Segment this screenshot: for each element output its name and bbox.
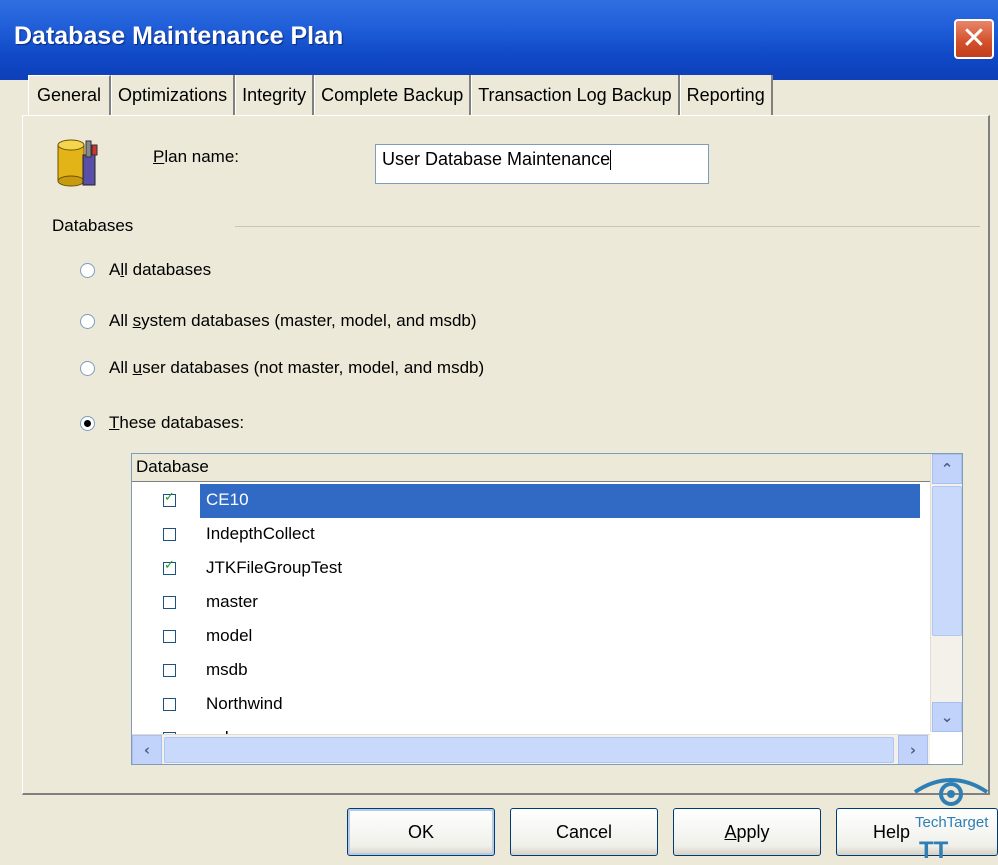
radio-label: These databases: [109, 413, 245, 432]
group-divider [235, 226, 980, 227]
table-row[interactable]: CE10 [132, 484, 930, 518]
scroll-down-button[interactable]: ⌄ [932, 702, 962, 732]
database-name: JTKFileGroupTest [206, 558, 343, 577]
database-name: model [206, 626, 253, 645]
horizontal-scrollbar[interactable]: ‹ › [132, 734, 930, 764]
table-row[interactable]: IndepthCollect [132, 518, 930, 552]
apply-button[interactable]: Apply [673, 808, 821, 856]
vertical-scrollbar[interactable]: ⌃ ⌄ [930, 454, 962, 732]
tab-complete-backup[interactable]: Complete Backup [314, 75, 472, 115]
database-name: Northwind [206, 694, 283, 713]
radio-all-databases[interactable]: All databases [80, 260, 211, 280]
radio-indicator[interactable] [80, 415, 95, 431]
radio-label: All databases [109, 260, 212, 279]
database-plan-icon [57, 139, 98, 187]
close-icon: ✕ [961, 21, 987, 56]
title-bar[interactable]: Database Maintenance Plan ✕ [0, 0, 998, 80]
databases-group-label: Databases [52, 216, 134, 235]
tab-reporting[interactable]: Reporting [679, 75, 773, 115]
tab-optimizations[interactable]: Optimizations [111, 75, 236, 115]
watermark-logo: TT [919, 837, 949, 864]
table-row[interactable]: msdb [132, 654, 930, 688]
radio-indicator[interactable] [80, 313, 95, 329]
database-name: master [206, 592, 258, 611]
text-caret [610, 150, 612, 171]
table-row[interactable]: master [132, 586, 930, 620]
ok-button[interactable]: OK [347, 808, 495, 856]
table-row[interactable]: pubs [132, 722, 930, 734]
window-title: Database Maintenance Plan [14, 22, 344, 50]
horizontal-scroll-thumb[interactable] [164, 737, 894, 763]
close-button[interactable]: ✕ [954, 19, 994, 59]
table-row[interactable]: model [132, 620, 930, 654]
chevron-left-icon: ‹ [143, 741, 151, 759]
database-name: CE10 [200, 484, 920, 518]
chevron-right-icon: › [909, 741, 917, 759]
radio-all-user-databases[interactable]: All user databases (not master, model, a… [80, 358, 484, 378]
row-checkbox[interactable] [163, 490, 176, 507]
row-checkbox[interactable] [163, 596, 176, 609]
row-checkbox[interactable] [163, 630, 176, 643]
database-name: IndepthCollect [206, 524, 315, 543]
row-checkbox[interactable] [163, 558, 176, 575]
radio-these-databases[interactable]: These databases: [80, 413, 244, 433]
radio-all-system-databases[interactable]: All system databases (master, model, and… [80, 311, 477, 331]
row-checkbox[interactable] [163, 664, 176, 677]
chevron-up-icon: ⌃ [940, 460, 954, 478]
scroll-up-button[interactable]: ⌃ [932, 454, 962, 484]
tab-transaction-log-backup[interactable]: Transaction Log Backup [471, 75, 680, 115]
database-name: msdb [206, 660, 248, 679]
radio-indicator[interactable] [80, 360, 95, 376]
watermark-text: TechTarget [915, 814, 989, 831]
scroll-right-button[interactable]: › [898, 735, 928, 764]
scroll-left-button[interactable]: ‹ [132, 735, 162, 764]
tab-general[interactable]: General [28, 75, 112, 115]
cancel-button[interactable]: Cancel [510, 808, 658, 856]
database-rows: CE10 IndepthCollect JTKFileGroupTest mas… [132, 484, 930, 734]
radio-label: All user databases (not master, model, a… [109, 358, 485, 377]
row-checkbox[interactable] [163, 698, 176, 711]
row-checkbox[interactable] [163, 528, 176, 541]
database-grid[interactable]: Database CE10 IndepthCollect JTKFileGrou… [131, 453, 963, 765]
column-header-database[interactable]: Database [132, 454, 930, 482]
tab-integrity[interactable]: Integrity [235, 75, 315, 115]
plan-name-label: Plan name: [153, 147, 240, 166]
plan-name-input[interactable]: User Database Maintenance [375, 144, 709, 184]
vertical-scroll-thumb[interactable] [932, 486, 962, 636]
techtarget-watermark: TechTarget TT [913, 778, 989, 864]
table-row[interactable]: Northwind [132, 688, 930, 722]
table-row[interactable]: JTKFileGroupTest [132, 552, 930, 586]
tab-strip: General Optimizations Integrity Complete… [28, 75, 773, 115]
radio-label: All system databases (master, model, and… [109, 311, 477, 330]
radio-indicator[interactable] [80, 262, 95, 278]
chevron-down-icon: ⌄ [940, 708, 954, 726]
